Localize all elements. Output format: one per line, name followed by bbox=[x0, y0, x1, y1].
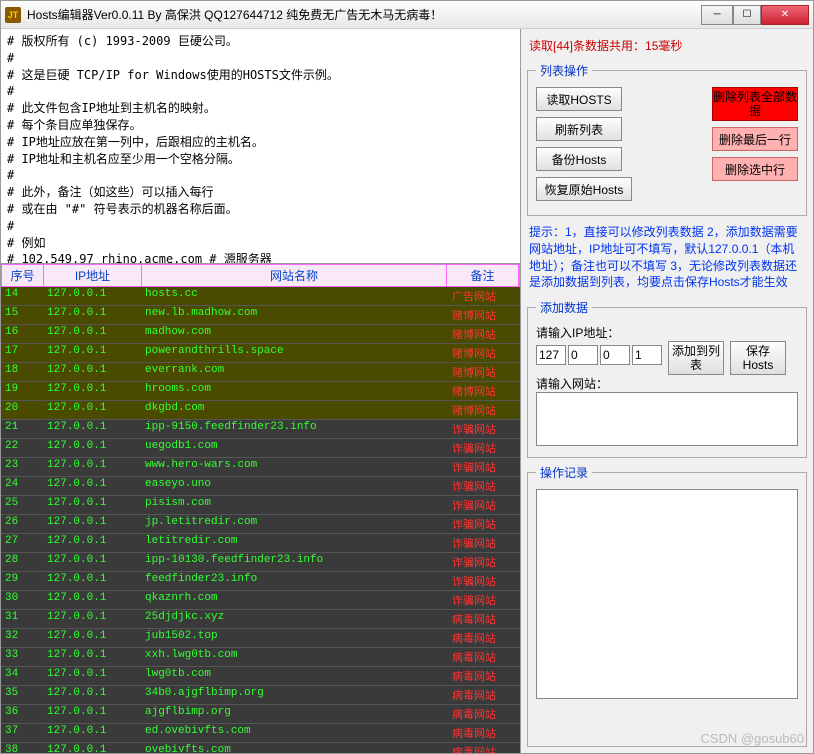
table-row[interactable]: 37127.0.0.1ed.ovebivfts.com病毒网站 bbox=[1, 724, 520, 743]
col-note[interactable]: 备注 bbox=[447, 265, 519, 286]
log-area[interactable] bbox=[536, 489, 798, 699]
table-row[interactable]: 38127.0.0.1ovebivfts.com病毒网站 bbox=[1, 743, 520, 753]
table-row[interactable]: 28127.0.0.1ipp-10130.feedfinder23.info诈骗… bbox=[1, 553, 520, 572]
table-row[interactable]: 29127.0.0.1feedfinder23.info诈骗网站 bbox=[1, 572, 520, 591]
delete-last-button[interactable]: 删除最后一行 bbox=[712, 127, 798, 151]
close-button[interactable]: ✕ bbox=[761, 5, 809, 25]
table-row[interactable]: 16127.0.0.1madhow.com赌博网站 bbox=[1, 325, 520, 344]
table-row[interactable]: 25127.0.0.1pisism.com诈骗网站 bbox=[1, 496, 520, 515]
list-ops-legend: 列表操作 bbox=[536, 62, 592, 79]
restore-hosts-button[interactable]: 恢复原始Hosts bbox=[536, 177, 632, 201]
add-to-list-button[interactable]: 添加到列表 bbox=[668, 341, 724, 375]
table-row[interactable]: 15127.0.0.1new.lb.madhow.com赌博网站 bbox=[1, 306, 520, 325]
minimize-button[interactable]: ─ bbox=[701, 5, 733, 25]
table-row[interactable]: 23127.0.0.1www.hero-wars.com诈骗网站 bbox=[1, 458, 520, 477]
maximize-button[interactable]: ☐ bbox=[733, 5, 761, 25]
hosts-text-editor[interactable]: # 版权所有 (c) 1993-2009 巨硬公司。 # # 这是巨硬 TCP/… bbox=[1, 29, 520, 264]
table-row[interactable]: 19127.0.0.1hrooms.com赌博网站 bbox=[1, 382, 520, 401]
hosts-table[interactable]: 序号 IP地址 网站名称 备注 14127.0.0.1hosts.cc广告网站1… bbox=[1, 264, 520, 753]
ip-octet-3[interactable] bbox=[600, 345, 630, 365]
table-row[interactable]: 34127.0.0.1lwg0tb.com病毒网站 bbox=[1, 667, 520, 686]
table-row[interactable]: 20127.0.0.1dkgbd.com赌博网站 bbox=[1, 401, 520, 420]
table-row[interactable]: 30127.0.0.1qkaznrh.com诈骗网站 bbox=[1, 591, 520, 610]
table-row[interactable]: 32127.0.0.1jub1502.top病毒网站 bbox=[1, 629, 520, 648]
table-row[interactable]: 18127.0.0.1everrank.com赌博网站 bbox=[1, 363, 520, 382]
ip-octet-1[interactable] bbox=[536, 345, 566, 365]
app-icon: JT bbox=[5, 7, 21, 23]
add-data-legend: 添加数据 bbox=[536, 299, 592, 316]
log-panel: 操作记录 bbox=[527, 464, 807, 747]
delete-all-button[interactable]: 删除列表全部数据 bbox=[712, 87, 798, 121]
table-row[interactable]: 22127.0.0.1uegodb1.com诈骗网站 bbox=[1, 439, 520, 458]
site-input[interactable] bbox=[536, 392, 798, 446]
col-site[interactable]: 网站名称 bbox=[142, 265, 447, 286]
table-row[interactable]: 35127.0.0.134b0.ajgflbimp.org病毒网站 bbox=[1, 686, 520, 705]
col-seq[interactable]: 序号 bbox=[2, 265, 44, 286]
backup-hosts-button[interactable]: 备份Hosts bbox=[536, 147, 622, 171]
ip-octet-2[interactable] bbox=[568, 345, 598, 365]
save-hosts-button[interactable]: 保存Hosts bbox=[730, 341, 786, 375]
table-row[interactable]: 31127.0.0.125djdjkc.xyz病毒网站 bbox=[1, 610, 520, 629]
table-row[interactable]: 21127.0.0.1ipp-9150.feedfinder23.info诈骗网… bbox=[1, 420, 520, 439]
site-label: 请输入网站： bbox=[536, 375, 798, 392]
window-title: Hosts编辑器Ver0.0.11 By 高保洪 QQ127644712 纯免费… bbox=[27, 6, 701, 23]
delete-selected-button[interactable]: 删除选中行 bbox=[712, 157, 798, 181]
table-row[interactable]: 26127.0.0.1jp.letitredir.com诈骗网站 bbox=[1, 515, 520, 534]
list-ops-panel: 列表操作 读取HOSTS 刷新列表 备份Hosts 恢复原始Hosts 删除列表… bbox=[527, 62, 807, 216]
table-row[interactable]: 17127.0.0.1powerandthrills.space赌博网站 bbox=[1, 344, 520, 363]
table-row[interactable]: 33127.0.0.1xxh.lwg0tb.com病毒网站 bbox=[1, 648, 520, 667]
table-row[interactable]: 27127.0.0.1letitredir.com诈骗网站 bbox=[1, 534, 520, 553]
ip-label: 请输入IP地址： bbox=[536, 324, 798, 341]
log-legend: 操作记录 bbox=[536, 464, 592, 481]
table-row[interactable]: 36127.0.0.1ajgflbimp.org病毒网站 bbox=[1, 705, 520, 724]
ip-octet-4[interactable] bbox=[632, 345, 662, 365]
hint-text: 提示：1，直接可以修改列表数据 2，添加数据需要网站地址，IP地址可不填写，默认… bbox=[527, 222, 807, 293]
table-row[interactable]: 14127.0.0.1hosts.cc广告网站 bbox=[1, 287, 520, 306]
read-hosts-button[interactable]: 读取HOSTS bbox=[536, 87, 622, 111]
add-data-panel: 添加数据 请输入IP地址： 添加到列表 保存Hosts 请输入网站： bbox=[527, 299, 807, 458]
refresh-list-button[interactable]: 刷新列表 bbox=[536, 117, 622, 141]
status-text: 读取[44]条数据共用：15毫秒 bbox=[527, 35, 807, 56]
col-ip[interactable]: IP地址 bbox=[44, 265, 142, 286]
titlebar: JT Hosts编辑器Ver0.0.11 By 高保洪 QQ127644712 … bbox=[1, 1, 813, 29]
table-row[interactable]: 24127.0.0.1easeyo.uno诈骗网站 bbox=[1, 477, 520, 496]
